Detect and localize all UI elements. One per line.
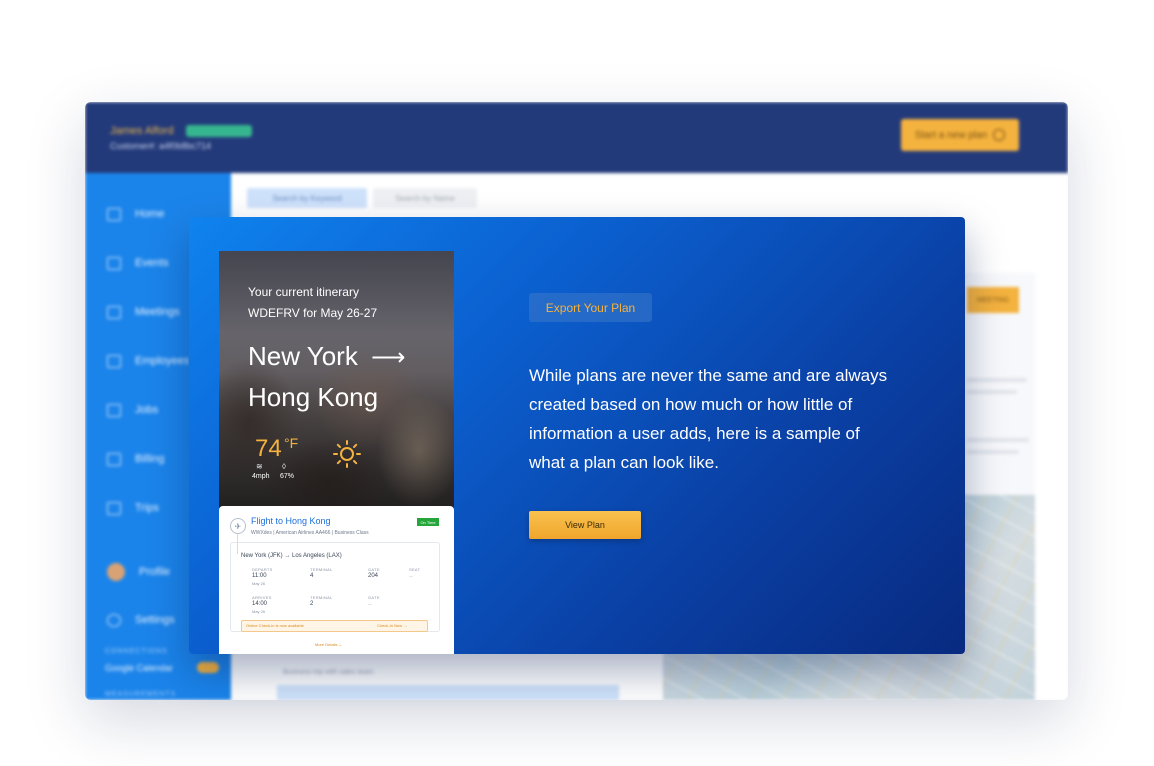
arrives-date: May 26 [252, 609, 266, 614]
sun-icon [333, 440, 361, 468]
checkin-text: Online Check-in is now available [246, 623, 304, 628]
text-line [967, 390, 1017, 394]
sidebar-item-label: Employees [135, 355, 190, 367]
gate-label: GATE [368, 595, 380, 600]
status-badge: On Time [417, 518, 439, 526]
export-plan-badge: Export Your Plan [529, 293, 652, 322]
measurements-label: MEASUREMENTS [105, 691, 177, 698]
sidebar-item-label: Trips [135, 502, 160, 514]
avatar [107, 563, 125, 581]
sidebar-item-label: Meetings [135, 306, 180, 318]
start-new-plan-label: Start a new plan [914, 129, 988, 141]
home-icon [107, 207, 121, 221]
destination-city: Hong Kong [248, 382, 379, 412]
view-plan-button[interactable]: View Plan [529, 511, 641, 539]
plan-description: While plans are never the same and are a… [529, 366, 888, 472]
gate-arrival: --- [368, 601, 372, 606]
export-plan-modal: Your current itinerary WDEFRV for May 26… [189, 217, 965, 654]
app-header: James Alford Customer#: a4f0b8bc714 Star… [85, 102, 1068, 173]
terminal-arrival: 2 [310, 601, 314, 607]
meeting-button[interactable]: MEETING [967, 287, 1019, 313]
itinerary-code: WDEFRV for May 26-27 [248, 306, 378, 320]
origin-city: New York [248, 341, 358, 371]
screenshot-stage: James Alford Customer#: a4f0b8bc714 Star… [0, 0, 1154, 766]
sidebar-item-label: Home [135, 208, 165, 220]
google-calendar-toggle[interactable] [197, 662, 219, 673]
gate-label: GATE [368, 567, 380, 572]
wind-icon: ≋ [256, 462, 263, 471]
plus-circle-icon [993, 129, 1006, 141]
departs-date: May 26 [252, 581, 266, 586]
temperature-unit: °F [284, 435, 299, 451]
terminal-label: TERMINAL [310, 595, 333, 600]
itinerary-label: Your current itinerary [248, 285, 359, 299]
arrow-right-icon: ⟶ [371, 344, 406, 371]
departs-time: 11:00 [252, 573, 267, 579]
arrives-time: 14:00 [252, 601, 268, 607]
card-subtitle: Business trip with sales team [283, 669, 374, 676]
id-card-icon [107, 354, 121, 368]
arrives-label: ARRIVES [252, 595, 272, 600]
more-details-link[interactable]: More Details ⌄ [315, 642, 342, 647]
precipitation: 67% [280, 473, 295, 480]
raindrop-icon: ◊ [282, 462, 286, 471]
customer-number: Customer#: a4f0b8bc714 [110, 141, 212, 151]
sidebar-item-label: Settings [135, 614, 175, 626]
departs-label: DEPARTS [252, 567, 273, 572]
text-line [967, 450, 1019, 454]
seat-value: --- [409, 573, 413, 578]
user-badge [186, 125, 252, 137]
terminal-label: TERMINAL [310, 567, 333, 572]
flight-card: ✈ Flight to Hong Kong WWXdes | American … [219, 506, 454, 654]
connections-label: CONNECTIONS [105, 648, 168, 655]
airplane-icon: ✈ [230, 518, 246, 534]
calendar-icon [107, 256, 121, 270]
text-line [967, 438, 1029, 442]
wind-speed: 4mph [252, 473, 270, 480]
start-new-plan-button[interactable]: Start a new plan [901, 119, 1019, 151]
tab-search-by-keyword[interactable]: Search by Keyword [247, 188, 367, 208]
itinerary-preview: Your current itinerary WDEFRV for May 26… [219, 251, 454, 654]
gate-departure: 204 [368, 573, 379, 579]
sidebar-item-label: Billing [135, 453, 165, 465]
billing-icon [107, 452, 121, 466]
terminal-departure: 4 [310, 573, 314, 579]
document-icon [107, 403, 121, 417]
sidebar-item-label: Jobs [135, 404, 159, 416]
checkin-now-link[interactable]: Check-In Now → [377, 623, 407, 628]
card-action-bar[interactable] [277, 685, 619, 700]
seat-label: SEAT [409, 567, 421, 572]
trips-icon [107, 501, 121, 515]
flight-title[interactable]: Flight to Hong Kong [251, 516, 331, 526]
sidebar-item-label: Events [135, 257, 169, 269]
google-calendar-label: Google Calendar [105, 663, 174, 673]
text-line [967, 378, 1027, 382]
flight-route: New York (JFK) → Los Angeles (LAX) [241, 553, 342, 559]
calendar-icon [107, 305, 121, 319]
tab-search-by-name[interactable]: Search by Name [373, 188, 477, 208]
user-name: James Alford [110, 125, 174, 137]
gear-icon [107, 613, 121, 627]
temperature: 74 [255, 435, 282, 462]
sidebar-item-label: Profile [139, 566, 171, 578]
flight-subtitle: WWXdes | American Airlines AA466 | Busin… [251, 530, 369, 536]
